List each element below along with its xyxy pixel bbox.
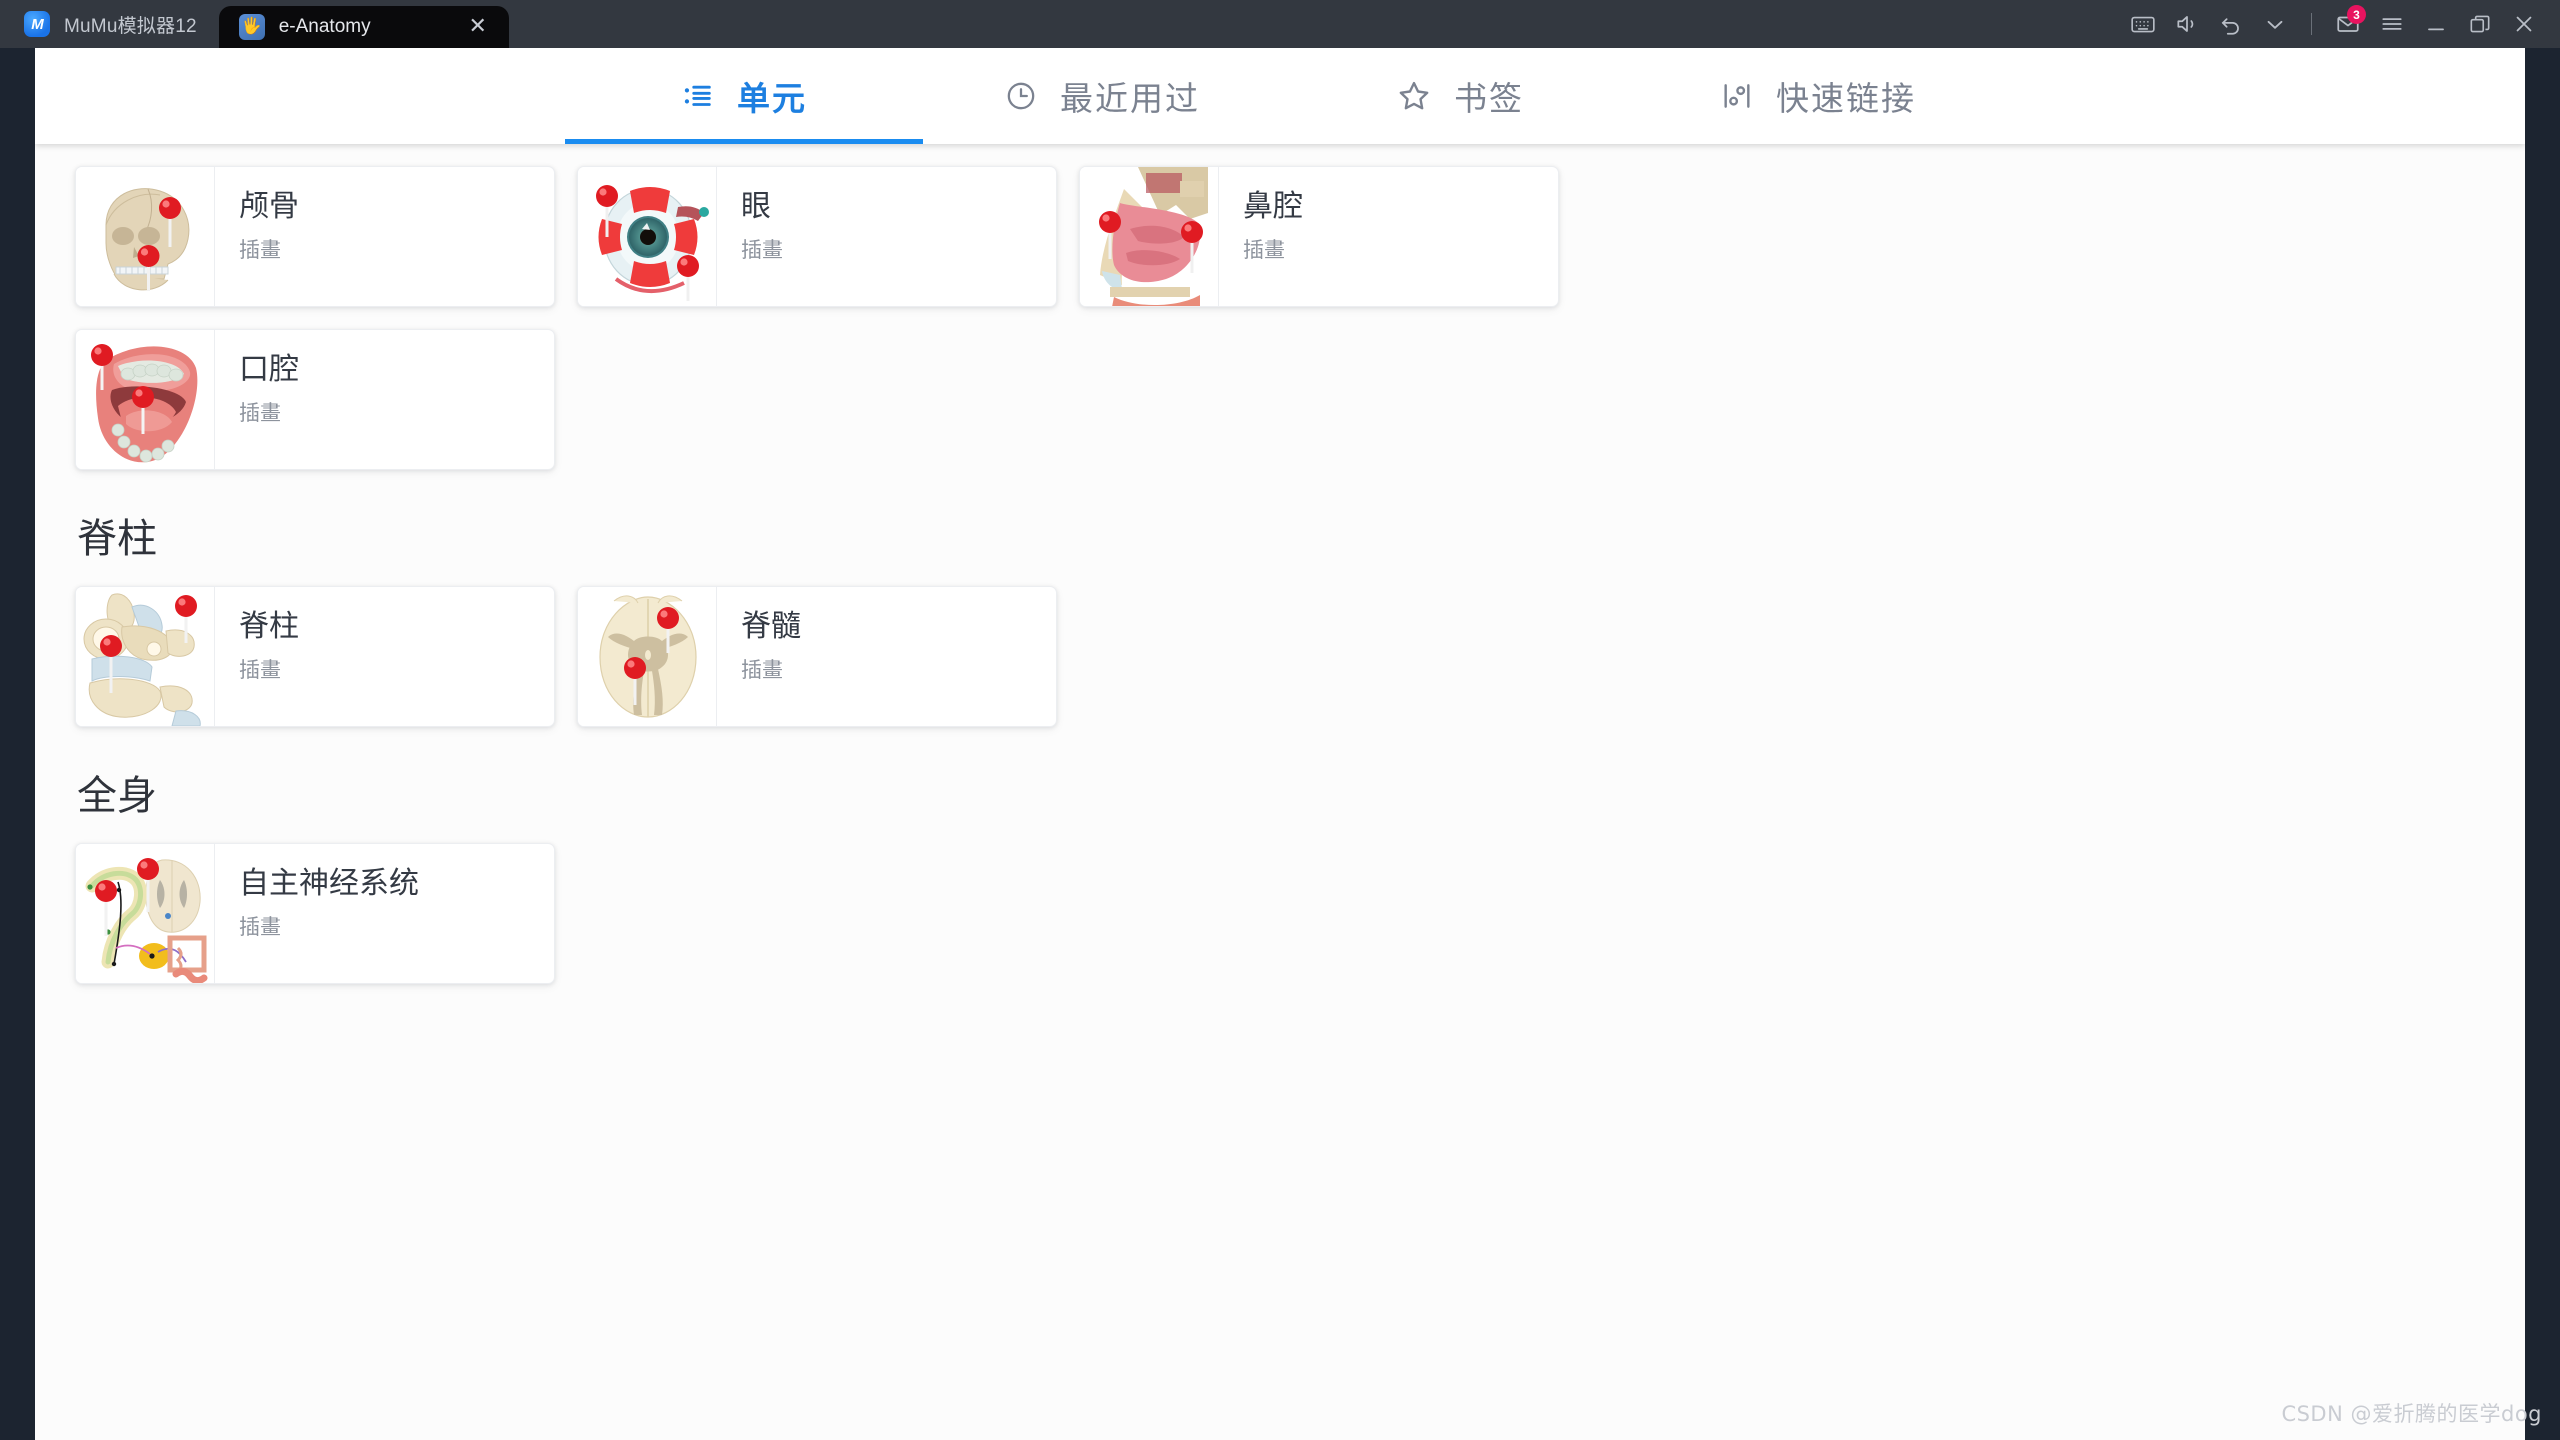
mail-badge-count: 3 [2347, 5, 2366, 24]
skull-thumb [76, 167, 215, 306]
units-scroll-body[interactable]: 颅骨 插畫 眼 插畫 鼻腔 插畫 口腔 插畫 脊柱 脊柱 插畫 脊髓 插畫 全身… [35, 144, 2525, 1440]
card-title: 鼻腔 [1243, 189, 1303, 224]
card-subtitle: 插畫 [239, 400, 281, 425]
ans-thumb [76, 844, 215, 983]
vertebra-thumb [76, 587, 215, 726]
titlebar-left-group: M MuMu模拟器12 🖐 e-Anatomy ✕ [0, 0, 509, 48]
tab-recent[interactable]: 最近用过 [923, 48, 1281, 144]
tab-bookmarks[interactable]: 书签 [1281, 48, 1639, 144]
card-autonomic-nervous-system[interactable]: 自主神经系统 插畫 [75, 843, 555, 984]
card-title: 颅骨 [239, 189, 299, 224]
tab-recent-label: 最近用过 [1060, 79, 1200, 118]
titlebar-separator [2311, 13, 2312, 35]
tab-quicklinks[interactable]: 快速链接 [1639, 48, 1997, 144]
card-meta: 自主神经系统 插畫 [215, 844, 554, 983]
section-spine-grid: 脊柱 插畫 脊髓 插畫 [35, 586, 2525, 727]
card-nasal-cavity[interactable]: 鼻腔 插畫 [1079, 166, 1559, 307]
tab-quicklinks-label: 快速链接 [1776, 79, 1916, 118]
card-eye[interactable]: 眼 插畫 [577, 166, 1057, 307]
card-vertebral-column[interactable]: 脊柱 插畫 [75, 586, 555, 727]
card-meta: 颅骨 插畫 [215, 167, 554, 306]
card-meta: 眼 插畫 [717, 167, 1056, 306]
close-icon[interactable]: ✕ [465, 16, 491, 38]
sliders-icon [1720, 79, 1754, 113]
minimize-icon[interactable] [2416, 4, 2456, 44]
card-meta: 脊髓 插畫 [717, 587, 1056, 726]
mail-icon[interactable]: 3 [2328, 4, 2368, 44]
mouth-thumb [76, 330, 215, 469]
star-icon [1396, 78, 1432, 114]
card-title: 眼 [741, 189, 771, 224]
spinalcord-thumb [578, 587, 717, 726]
card-title: 脊柱 [239, 609, 299, 644]
nose-thumb [1080, 167, 1219, 306]
chevron-down-icon[interactable] [2255, 4, 2295, 44]
volume-icon[interactable] [2167, 4, 2207, 44]
app-tab-e-anatomy[interactable]: 🖐 e-Anatomy ✕ [218, 6, 509, 48]
maximize-icon[interactable] [2460, 4, 2500, 44]
card-title: 自主神经系统 [239, 866, 419, 901]
section-wholebody-grid: 自主神经系统 插畫 [35, 843, 2525, 984]
mumu-logo-icon: M [24, 11, 50, 37]
card-spinal-cord[interactable]: 脊髓 插畫 [577, 586, 1057, 727]
card-subtitle: 插畫 [1243, 237, 1285, 262]
keyboard-icon[interactable] [2123, 4, 2163, 44]
card-title: 脊髓 [741, 609, 801, 644]
back-undo-icon[interactable] [2211, 4, 2251, 44]
section-title-spine: 脊柱 [77, 516, 157, 562]
tab-units-label: 单元 [737, 79, 807, 118]
tab-units[interactable]: 单元 [565, 48, 923, 144]
section-head-grid: 颅骨 插畫 眼 插畫 鼻腔 插畫 [35, 166, 2525, 307]
tab-bookmarks-label: 书签 [1454, 79, 1524, 118]
section-head-grid-row2: 口腔 插畫 [35, 329, 2525, 470]
card-subtitle: 插畫 [239, 657, 281, 682]
titlebar-controls: 3 [2123, 0, 2560, 48]
eye-thumb [578, 167, 717, 306]
emulator-name-label: MuMu模拟器12 [64, 15, 197, 37]
card-meta: 鼻腔 插畫 [1219, 167, 1558, 306]
card-skull[interactable]: 颅骨 插畫 [75, 166, 555, 307]
card-subtitle: 插畫 [741, 657, 783, 682]
list-bullets-icon [681, 79, 715, 113]
clock-icon [1004, 79, 1038, 113]
section-title-wholebody: 全身 [77, 773, 157, 819]
card-subtitle: 插畫 [239, 237, 281, 262]
app-tab-label: e-Anatomy [278, 16, 371, 37]
card-subtitle: 插畫 [741, 237, 783, 262]
main-tabbar: 单元 最近用过 书签 快速链接 [35, 48, 2525, 144]
card-meta: 脊柱 插畫 [215, 587, 554, 726]
hand-app-icon: 🖐 [238, 14, 265, 40]
android-app-viewport: 单元 最近用过 书签 快速链接 颅骨 插畫 眼 插畫 鼻腔 插畫 口腔 插畫 脊… [35, 48, 2525, 1440]
card-meta: 口腔 插畫 [215, 330, 554, 469]
card-oral-cavity[interactable]: 口腔 插畫 [75, 329, 555, 470]
emulator-name-chip: M MuMu模拟器12 [0, 0, 219, 48]
hamburger-menu-icon[interactable] [2372, 4, 2412, 44]
card-subtitle: 插畫 [239, 914, 281, 939]
card-title: 口腔 [239, 352, 299, 387]
emulator-titlebar: M MuMu模拟器12 🖐 e-Anatomy ✕ 3 [0, 0, 2560, 48]
close-icon[interactable] [2504, 4, 2544, 44]
